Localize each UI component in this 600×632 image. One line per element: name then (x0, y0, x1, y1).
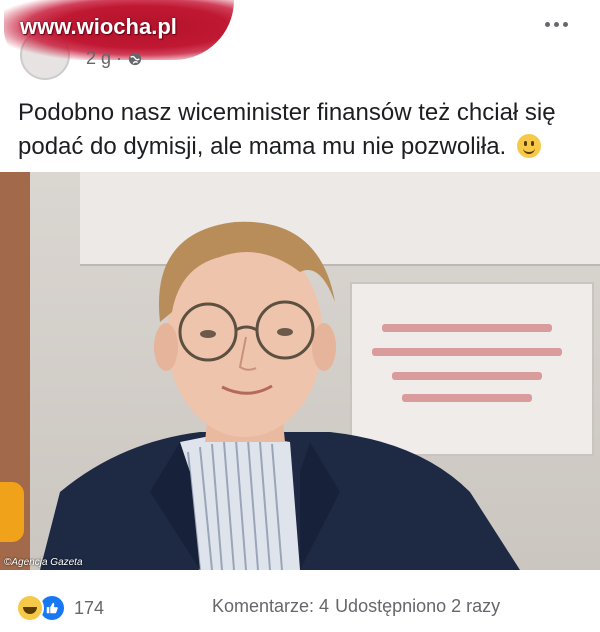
microphone (0, 482, 24, 542)
site-watermark: www.wiocha.pl (20, 14, 177, 39)
more-options-button[interactable] (536, 10, 576, 38)
shares-link[interactable]: Udostępniono 2 razy (335, 596, 500, 617)
more-dot-icon (562, 21, 568, 27)
post-text-line1: Podobno nasz wiceminister finansów też c… (18, 99, 556, 126)
timestamp-text: 2 g · (86, 48, 123, 68)
more-dot-icon (553, 21, 559, 27)
reactions-summary[interactable]: 174 (16, 594, 104, 622)
post-timestamp[interactable]: 2 g · (86, 48, 142, 69)
post-text: Podobno nasz wiceminister finansów też c… (18, 96, 588, 164)
post-footer: 174 Komentarze: 4 Udostępniono 2 razy (0, 580, 600, 632)
haha-reaction-icon (16, 594, 44, 622)
facebook-post: www.wiocha.pl 2 g · Podobno nasz wicemin… (0, 0, 600, 632)
reaction-count: 174 (74, 597, 105, 618)
post-text-line2: podać do dymisji, ale mama mu nie pozwol… (18, 133, 507, 160)
comments-link[interactable]: Komentarze: 4 (212, 596, 329, 617)
smiling-face-icon (516, 134, 541, 158)
more-dot-icon (544, 21, 550, 27)
person-photo (40, 221, 520, 570)
post-photo[interactable]: ©Agencja Gazeta (0, 172, 600, 570)
photo-credit: ©Agencja Gazeta (4, 557, 83, 568)
engagement-stats: Komentarze: 4 Udostępniono 2 razy (212, 596, 500, 617)
post-text-line2-wrap: podać do dymisji, ale mama mu nie pozwol… (18, 130, 588, 164)
post-header: www.wiocha.pl 2 g · (0, 0, 600, 80)
globe-icon (128, 52, 142, 65)
